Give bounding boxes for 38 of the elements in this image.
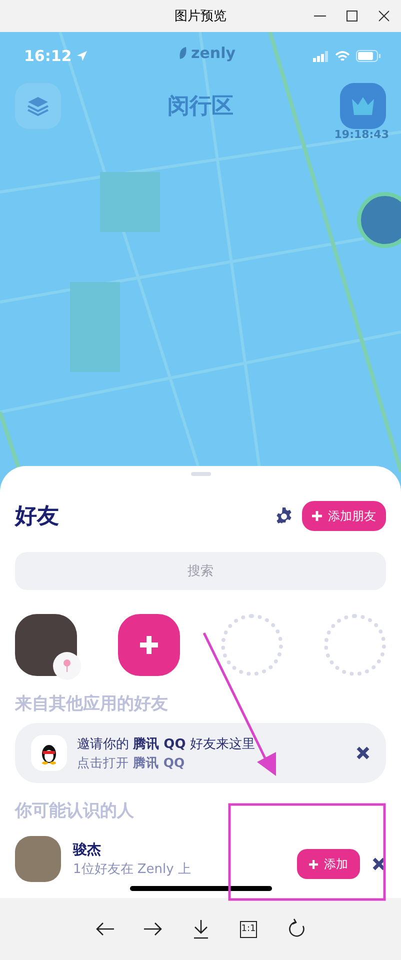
battery-icon bbox=[356, 50, 381, 62]
plus-icon bbox=[309, 860, 318, 868]
add-friend-tile[interactable] bbox=[118, 614, 180, 676]
plus-icon bbox=[312, 511, 322, 521]
pin-icon bbox=[62, 659, 72, 673]
plus-icon bbox=[139, 635, 159, 655]
actual-size-button[interactable]: 1:1 bbox=[240, 920, 257, 938]
window-title: 图片预览 bbox=[174, 8, 226, 25]
empty-friend-slot bbox=[221, 614, 283, 676]
invite-title: 邀请你的 腾讯 QQ 好友来这里 bbox=[77, 736, 256, 752]
close-icon[interactable] bbox=[372, 857, 386, 871]
invite-card[interactable]: 邀请你的 腾讯 QQ 好友来这里 点击打开 腾讯 QQ bbox=[15, 723, 386, 783]
search-field[interactable]: 搜索 bbox=[15, 552, 386, 590]
leaf-logo-icon bbox=[178, 46, 188, 60]
app-logo-text: zenly bbox=[191, 44, 236, 62]
add-button[interactable]: 添加 bbox=[297, 849, 360, 879]
status-time: 16:12 bbox=[24, 47, 72, 65]
sheet-title: 好友 bbox=[15, 503, 59, 531]
location-arrow-icon bbox=[76, 50, 88, 62]
layers-icon bbox=[26, 94, 50, 118]
close-icon[interactable] bbox=[377, 9, 391, 23]
drag-handle[interactable] bbox=[190, 472, 210, 476]
district-label: 闵行区 bbox=[168, 93, 234, 121]
crown-icon bbox=[350, 95, 376, 117]
wifi-icon bbox=[335, 50, 350, 62]
person-name: 骏杰 bbox=[73, 840, 102, 858]
maximize-icon[interactable] bbox=[345, 9, 359, 23]
signal-icon bbox=[313, 50, 329, 62]
close-icon[interactable] bbox=[356, 746, 370, 760]
person-avatar[interactable] bbox=[15, 836, 61, 882]
mutual-friends-text: 1位好友在 Zenly 上 bbox=[73, 860, 192, 878]
section-heading: 你可能认识的人 bbox=[15, 800, 135, 822]
section-heading: 来自其他应用的好友 bbox=[15, 693, 169, 715]
add-friend-button[interactable]: 添加朋友 bbox=[302, 501, 386, 531]
map-clock: 19:18:43 bbox=[334, 128, 389, 141]
empty-friend-slot bbox=[324, 614, 386, 676]
invite-subtitle: 点击打开 腾讯 QQ bbox=[77, 754, 186, 772]
settings-icon[interactable] bbox=[274, 506, 294, 526]
